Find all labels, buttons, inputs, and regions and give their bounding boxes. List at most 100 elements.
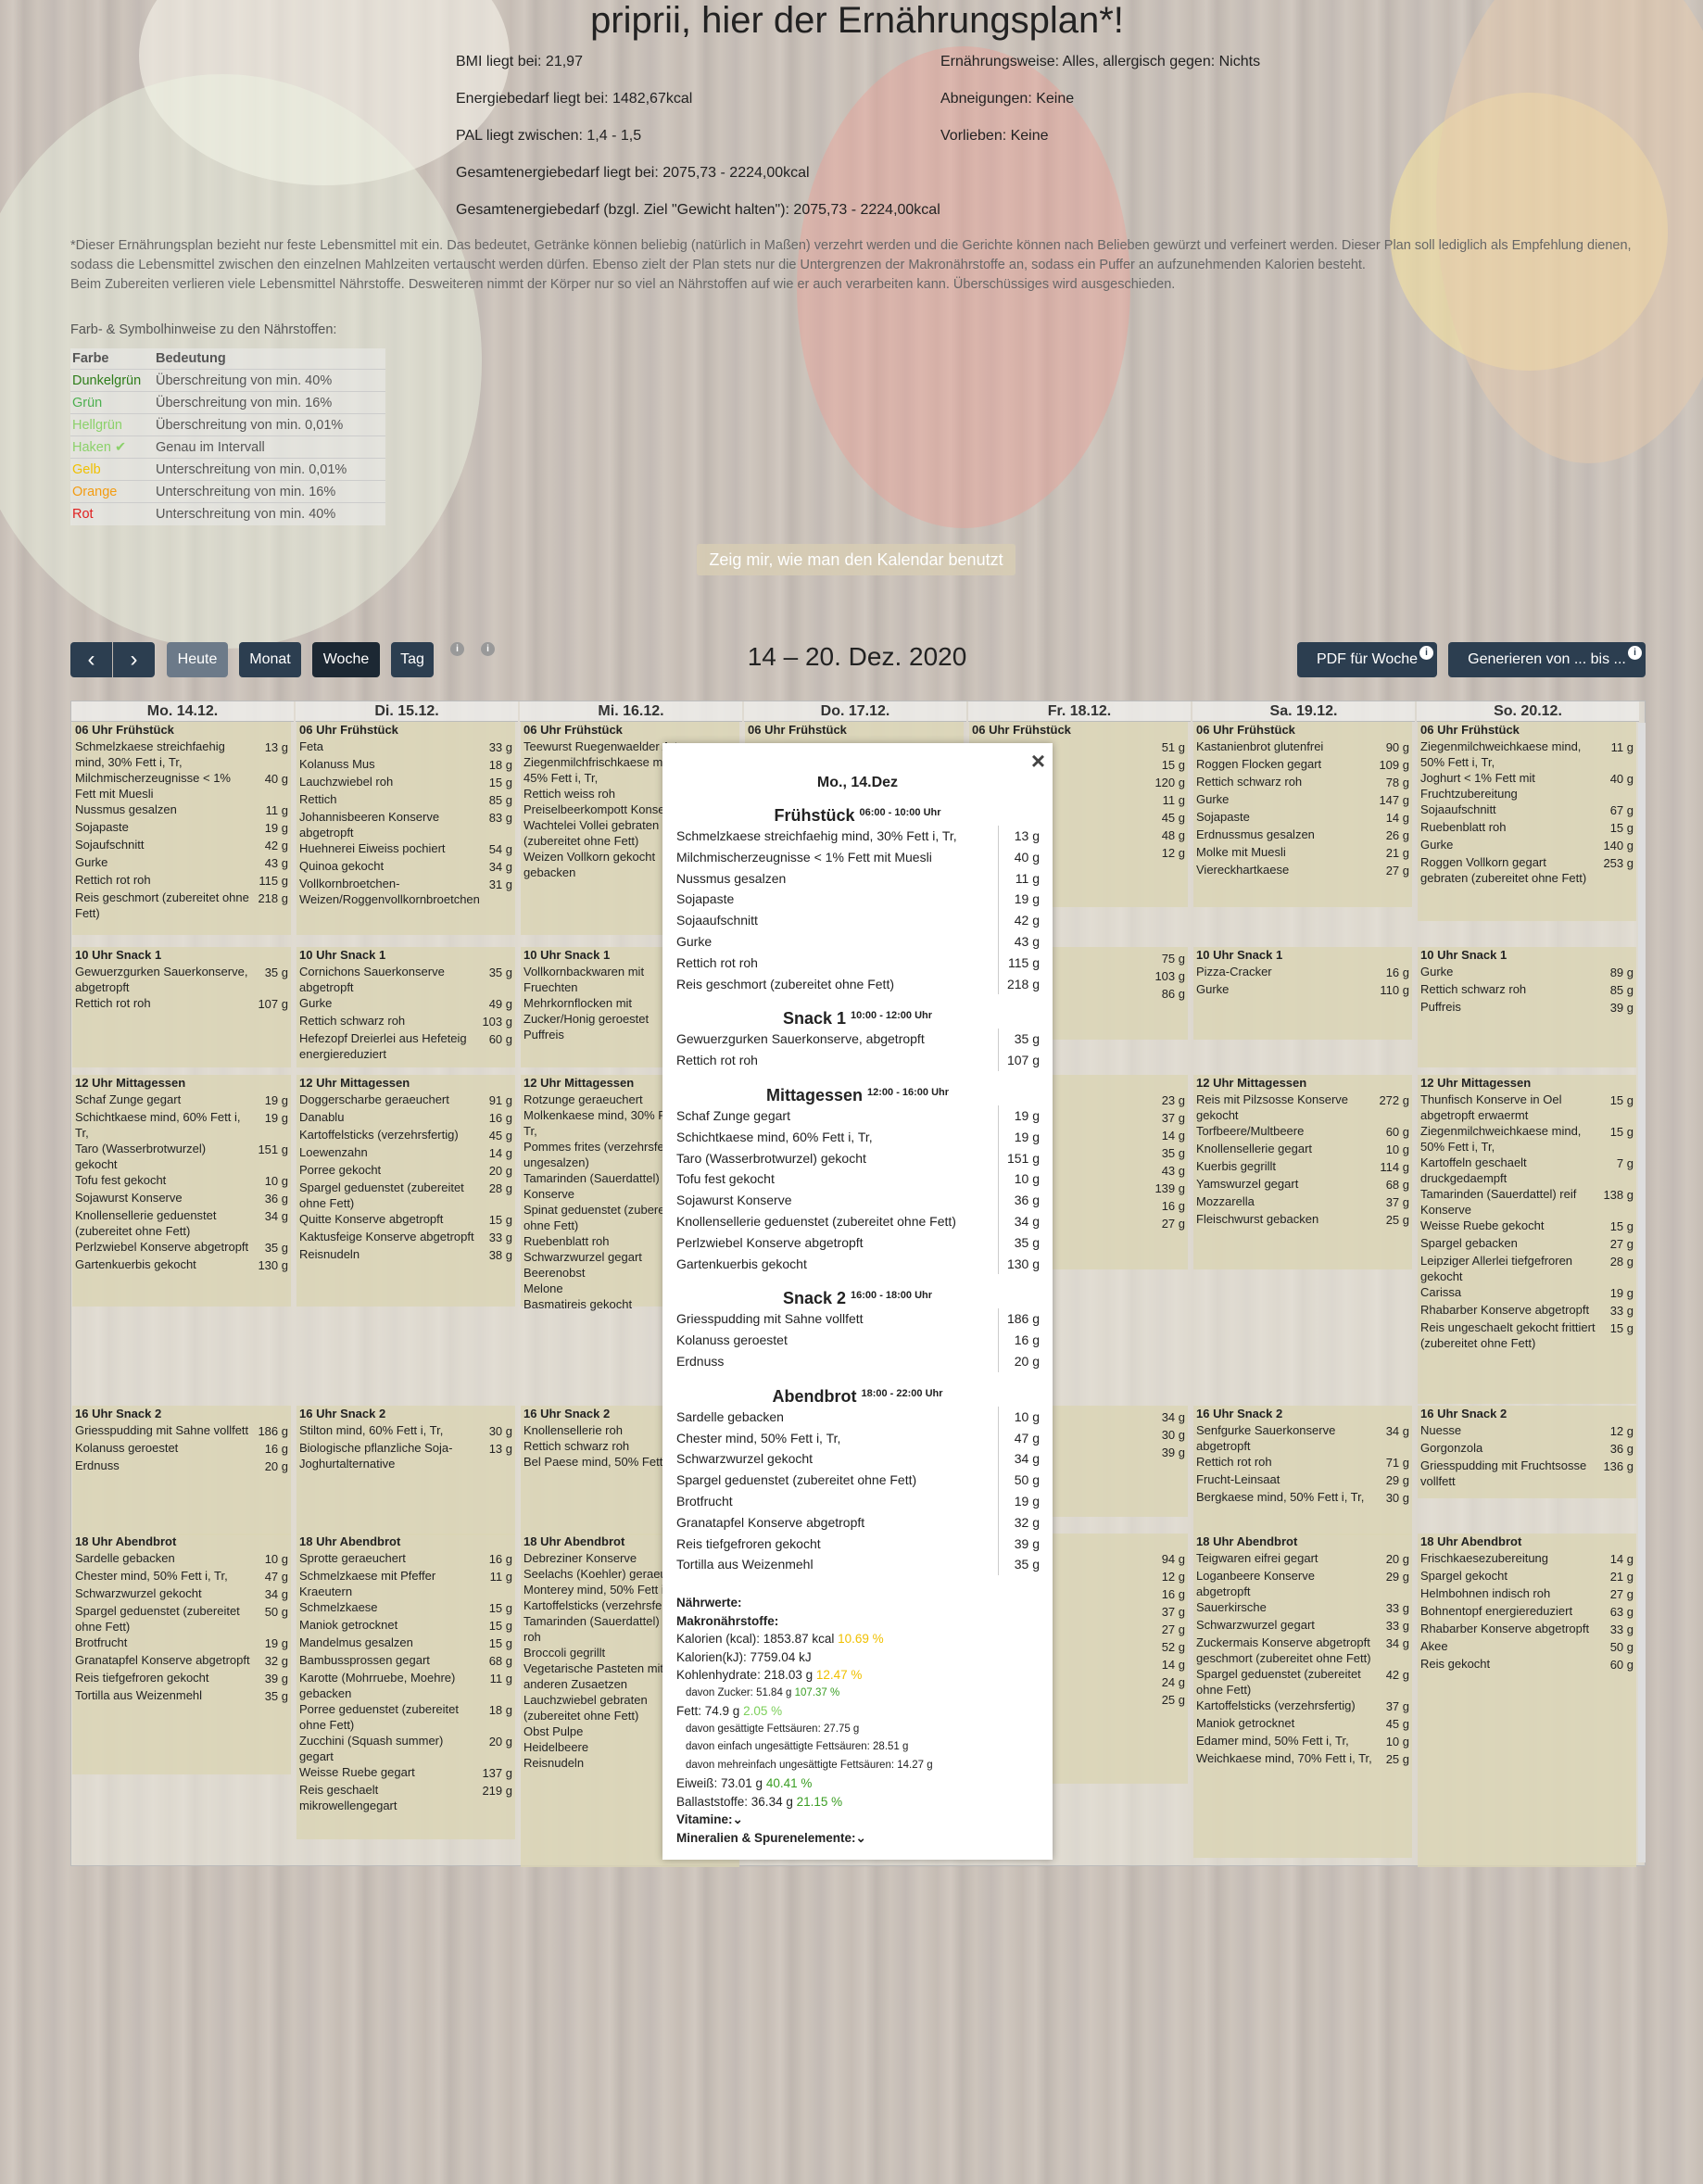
meal-event[interactable]: 06 Uhr Frühstück Ziegenmilchweichkaese mi… <box>1418 722 1636 921</box>
food-name: Torfbeere/Multbeere <box>1196 1124 1305 1138</box>
nutrition-summary: Nährwerte: Makronährstoffe: Kalorien (kc… <box>676 1594 1053 1847</box>
food-name: Nussmus gesalzen <box>75 802 177 816</box>
food-amount: 47 g <box>264 1570 288 1584</box>
day-header[interactable]: Sa. 19.12. <box>1192 701 1415 722</box>
legend-color: Gelb <box>70 458 154 481</box>
today-button[interactable]: Heute <box>167 642 228 677</box>
close-icon[interactable]: × <box>1031 747 1045 776</box>
food-name: Gurke <box>1196 792 1230 806</box>
day-column: Mi. 16.12. 06 Uhr Frühstück Teewurst Ruege… <box>520 701 742 1867</box>
day-view-button[interactable]: Tag <box>391 642 434 677</box>
meal-event[interactable]: 06 Uhr Frühstück Feta 33 g Kolanuss Mus 18 g… <box>296 722 515 935</box>
stat-ernaehrungsweise: Ernährungsweise: Alles, allergisch gegen… <box>940 54 1261 69</box>
food-amount: 68 g <box>488 1654 512 1668</box>
meal-food-item: Gurke 110 g <box>1196 981 1409 999</box>
food-name: Bohnentopf energiereduziert <box>1420 1604 1573 1618</box>
food-name: Loewenzahn <box>299 1145 368 1159</box>
day-header[interactable]: So. 20.12. <box>1417 701 1639 722</box>
food-amount: 15 g <box>1609 821 1634 835</box>
meal-event[interactable]: 12 Uhr Mittagessen Reis mit Pilzsosse Kon… <box>1193 1075 1412 1269</box>
meal-event[interactable]: 18 Uhr Abendbrot Frischkaesezubereitung 14… <box>1418 1534 1636 1867</box>
food-amount: 94 g <box>1161 1552 1185 1566</box>
meal-title: 18 Uhr Abendbrot <box>1196 1534 1298 1548</box>
meal-event[interactable]: 18 Uhr Abendbrot Teigwaren eifrei gegart 2… <box>1193 1534 1412 1858</box>
popup-meal-heading: Snack 1 10:00 - 12:00 Uhr <box>782 1009 933 1029</box>
food-name: Maniok getrocknet <box>1196 1716 1295 1730</box>
food-amount: 63 g <box>1609 1605 1634 1619</box>
pdf-week-button[interactable]: PDF für Woche i <box>1297 642 1437 677</box>
food-amount: 28 g <box>1609 1255 1634 1269</box>
meal-food-item: Roggen Flocken gegart 109 g <box>1196 756 1409 774</box>
food-amount: 35 g <box>264 1241 288 1255</box>
meal-food-item: Maniok getrocknet 15 g <box>299 1617 512 1635</box>
calendar-tutorial-button[interactable]: Zeig mir, wie man den Kalendar benutzt <box>697 544 1015 575</box>
info-icon[interactable]: i <box>481 642 495 656</box>
food-amount: 186 g <box>258 1424 288 1438</box>
day-header[interactable]: Fr. 18.12. <box>968 701 1191 722</box>
food-amount: 86 g <box>1161 987 1185 1001</box>
meal-event[interactable]: 10 Uhr Snack 1 Gewuerzgurken Sauerkonserv… <box>72 947 291 1067</box>
vitamins-toggle[interactable]: Vitamine:⌄ <box>676 1811 1053 1829</box>
meal-event[interactable]: 16 Uhr Snack 2 Stilton mind, 60% Fett i, … <box>296 1406 515 1535</box>
generate-range-button[interactable]: Generieren von ... bis ... i <box>1448 642 1646 677</box>
week-view-button[interactable]: Woche <box>312 642 380 677</box>
meal-event[interactable]: 16 Uhr Snack 2 Griesspudding mit Sahne vo… <box>72 1406 291 1535</box>
meal-event[interactable]: 12 Uhr Mittagessen Doggerscharbe geraeuch… <box>296 1075 515 1307</box>
meal-food-item: Schwarzwurzel gegart 33 g <box>1196 1617 1409 1635</box>
meal-food-item: Knollensellerie geduenstet (zubereitet o… <box>75 1207 288 1239</box>
month-view-button[interactable]: Monat <box>239 642 301 677</box>
meal-title: 16 Uhr Snack 2 <box>1196 1407 1283 1420</box>
meal-event[interactable]: 12 Uhr Mittagessen Schaf Zunge gegart 19 g… <box>72 1075 291 1307</box>
day-header[interactable]: Mo. 14.12. <box>71 701 294 722</box>
day-header[interactable]: Do. 17.12. <box>744 701 966 722</box>
food-amount: 15 g <box>488 1601 512 1615</box>
minerals-toggle[interactable]: Mineralien & Spurenelemente:⌄ <box>676 1829 1053 1848</box>
food-name: Milchmischerzeugnisse < 1% Fett mit Mues… <box>75 771 231 801</box>
popup-food-row: Rettich rot roh 107 g <box>676 1050 1040 1071</box>
info-icon[interactable]: i <box>450 642 464 656</box>
meal-event[interactable]: 12 Uhr Mittagessen Thunfisch Konserve in … <box>1418 1075 1636 1404</box>
meal-event[interactable]: 06 Uhr Frühstück Kastanienbrot glutenfrei… <box>1193 722 1412 907</box>
legend-meaning: Unterschreitung von min. 0,01% <box>154 458 385 481</box>
food-name: Sprotte geraeuchert <box>299 1551 406 1565</box>
legend-color: Hellgrün <box>70 413 154 436</box>
meal-event[interactable]: 16 Uhr Snack 2 Senfgurke Sauerkonserve ab… <box>1193 1406 1412 1535</box>
meal-food-item: Reis ungeschaelt gekocht frittiert (zube… <box>1420 1319 1634 1351</box>
meal-event[interactable]: 10 Uhr Snack 1 Cornichons Sauerkonserve a… <box>296 947 515 1067</box>
meal-event[interactable]: 18 Uhr Abendbrot Sprotte geraeuchert 16 gS… <box>296 1534 515 1839</box>
food-amount: 25 g <box>1385 1752 1409 1766</box>
meal-food-item: Stilton mind, 60% Fett i, Tr, 30 g <box>299 1422 512 1440</box>
meal-event[interactable]: 10 Uhr Snack 1 Gurke 89 g Rettich schwarz r… <box>1418 947 1636 1067</box>
food-name: Tamarinden (Sauerdattel) reif Konserve <box>1420 1187 1577 1217</box>
food-name: Akee <box>1420 1639 1448 1653</box>
meal-event[interactable]: 10 Uhr Snack 1 Pizza-Cracker 16 g Gurke 110 … <box>1193 947 1412 1040</box>
meal-food-item: Spargel geduenstet (zubereitet ohne Fett… <box>75 1603 288 1635</box>
food-amount: 30 g <box>1161 1428 1185 1442</box>
day-header[interactable]: Mi. 16.12. <box>520 701 742 722</box>
meal-food-item: Porree gekocht 20 g <box>299 1162 512 1180</box>
meal-food-item: Reis gekocht 60 g <box>1420 1656 1634 1673</box>
day-column: So. 20.12. 06 Uhr Frühstück Ziegenmilchwei… <box>1417 701 1639 1867</box>
next-button[interactable]: › <box>113 642 155 677</box>
food-name: Maniok getrocknet <box>299 1618 398 1632</box>
food-name: Tortilla aus Weizenmehl <box>75 1688 203 1702</box>
prev-button[interactable]: ‹ <box>70 642 112 677</box>
meal-title: 06 Uhr Frühstück <box>972 723 1071 737</box>
popup-food-row: Sojaaufschnitt 42 g <box>676 910 1040 931</box>
food-name: Reisnudeln <box>524 1756 585 1770</box>
food-name: Schwarzwurzel gegart <box>524 1250 642 1264</box>
food-amount: 14 g <box>1609 1552 1634 1566</box>
food-name: Erdnussmus gesalzen <box>1196 827 1315 841</box>
meal-event[interactable]: 06 Uhr Frühstück Schmelzkaese streichfaeh… <box>72 722 291 935</box>
meal-food-item: Ziegenmilchweichkaese mind, 50% Fett i, … <box>1420 739 1634 770</box>
calendar-scrollbar[interactable] <box>1638 723 1646 1862</box>
meal-food-item: Sojaaufschnitt 67 g <box>1420 802 1634 819</box>
legend-color: Haken ✔ <box>70 436 154 459</box>
meal-event[interactable]: 18 Uhr Abendbrot Sardelle gebacken 10 g Che… <box>72 1534 291 1774</box>
meal-food-item: Spargel gebacken 27 g <box>1420 1235 1634 1253</box>
popup-food-row: Taro (Wasserbrotwurzel) gekocht 151 g <box>676 1147 1040 1169</box>
meal-event[interactable]: 16 Uhr Snack 2 Nuesse 12 g Gorgonzola 36 g Gr… <box>1418 1406 1636 1498</box>
day-header[interactable]: Di. 15.12. <box>296 701 518 722</box>
legend-meaning: Genau im Intervall <box>154 436 385 459</box>
calories-kcal: Kalorien (kcal): 1853.87 kcal 10.69 % <box>676 1632 884 1647</box>
